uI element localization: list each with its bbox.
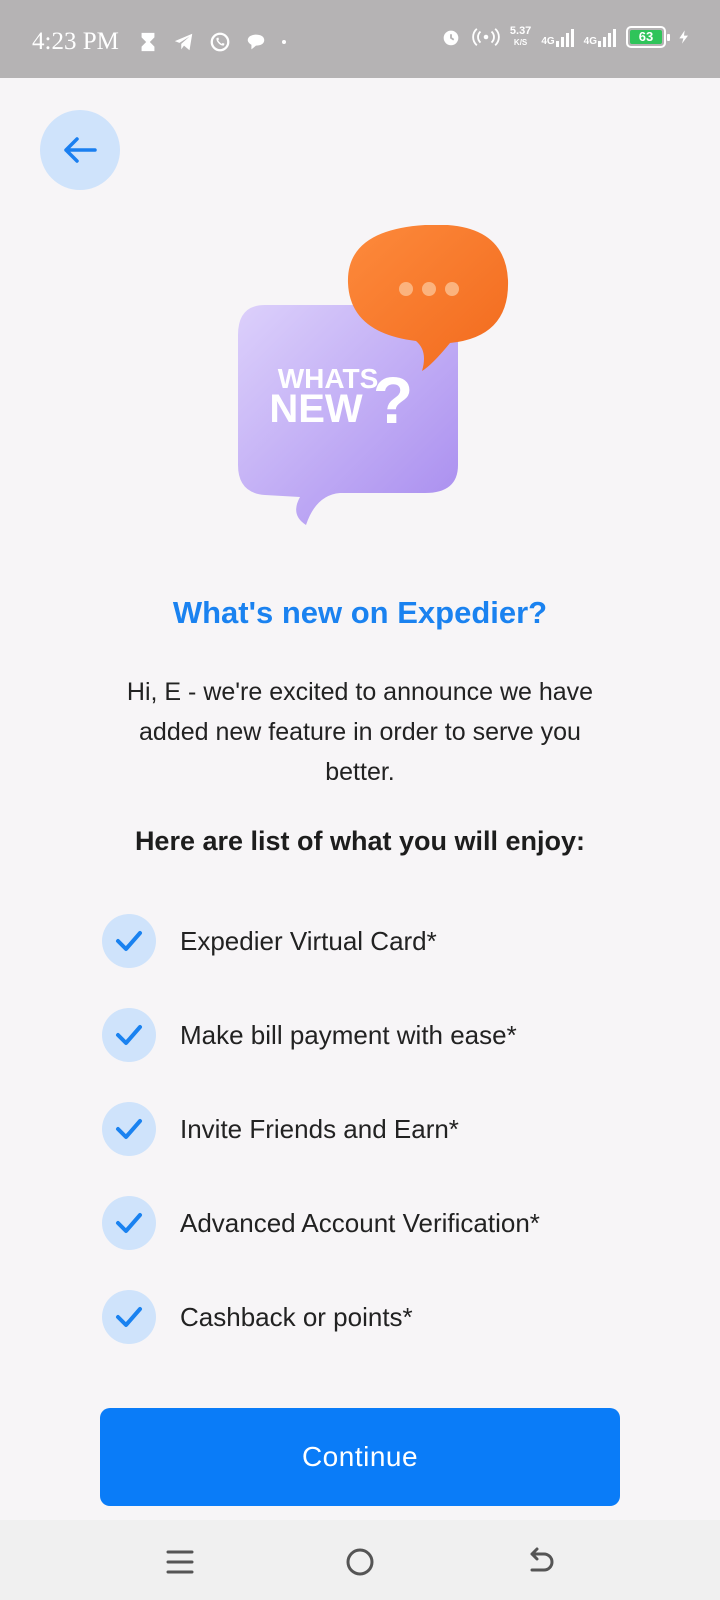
net-speed-value: 5.37 [509,25,532,37]
feature-label: Advanced Account Verification* [180,1208,540,1238]
check-icon [102,1102,156,1156]
check-icon [102,914,156,968]
net-speed: 5.37 K/S [510,26,531,48]
feature-label: Expedier Virtual Card* [180,926,437,956]
signal-2: 4G [584,27,616,47]
hourglass-icon [141,32,155,52]
chat-icon [247,34,265,50]
signal-bars-icon [598,29,616,47]
whats-new-illustration: WHATS NEW ? [238,225,509,525]
menu-button[interactable] [160,1542,200,1582]
arrow-left-icon [64,137,97,163]
feature-label: Invite Friends and Earn* [180,1114,459,1144]
back-nav-button[interactable] [520,1542,560,1582]
list-item: Cashback or points* [102,1290,662,1384]
list-item: Make bill payment with ease* [102,1008,662,1102]
home-circle-icon [346,1548,374,1576]
whatsapp-icon [210,32,230,52]
dot-icon [281,40,286,44]
signal-1-label: 4G [541,36,555,47]
status-time: 4:23 PM [32,28,119,55]
alarm-icon [443,30,459,46]
home-button[interactable] [340,1542,380,1582]
status-right: 5.37 K/S 4G 4G 63 [440,26,692,48]
list-heading: Here are list of what you will enjoy: [134,826,586,856]
menu-icon [166,1550,194,1574]
badge-line2: NEW [269,387,363,431]
check-icon [102,1290,156,1344]
hotspot-icon [472,28,500,46]
net-speed-unit: K/S [513,38,528,47]
list-item: Invite Friends and Earn* [102,1102,662,1196]
telegram-icon [174,33,193,51]
signal-1: 4G [541,27,574,47]
feature-label: Cashback or points* [180,1302,413,1332]
intro-text: Hi, E - we're excited to announce we hav… [126,678,594,786]
page-title: What's new on Expedier? [172,595,548,630]
signal-bars-icon [555,29,574,47]
check-icon [102,1008,156,1062]
list-item: Advanced Account Verification* [102,1196,662,1290]
status-left: 4:23 PM [32,28,293,56]
signal-2-label: 4G [583,36,597,47]
system-nav-bar [0,1520,720,1600]
back-arrow-icon [530,1547,554,1572]
feature-list: Expedier Virtual Card* Make bill payment… [102,914,662,1384]
battery-indicator: 63 [626,26,670,48]
feature-label: Make bill payment with ease* [180,1020,517,1050]
check-icon [102,1196,156,1250]
back-button[interactable] [40,110,120,190]
status-bar: 4:23 PM 5.37 K/S 4G 4G 63 [0,0,720,78]
badge-symbol: ? [373,363,413,437]
list-item: Expedier Virtual Card* [102,914,662,1008]
charging-bolt-icon [679,30,688,44]
battery-fill: 63 [630,30,662,44]
continue-button[interactable]: Continue [100,1408,620,1506]
